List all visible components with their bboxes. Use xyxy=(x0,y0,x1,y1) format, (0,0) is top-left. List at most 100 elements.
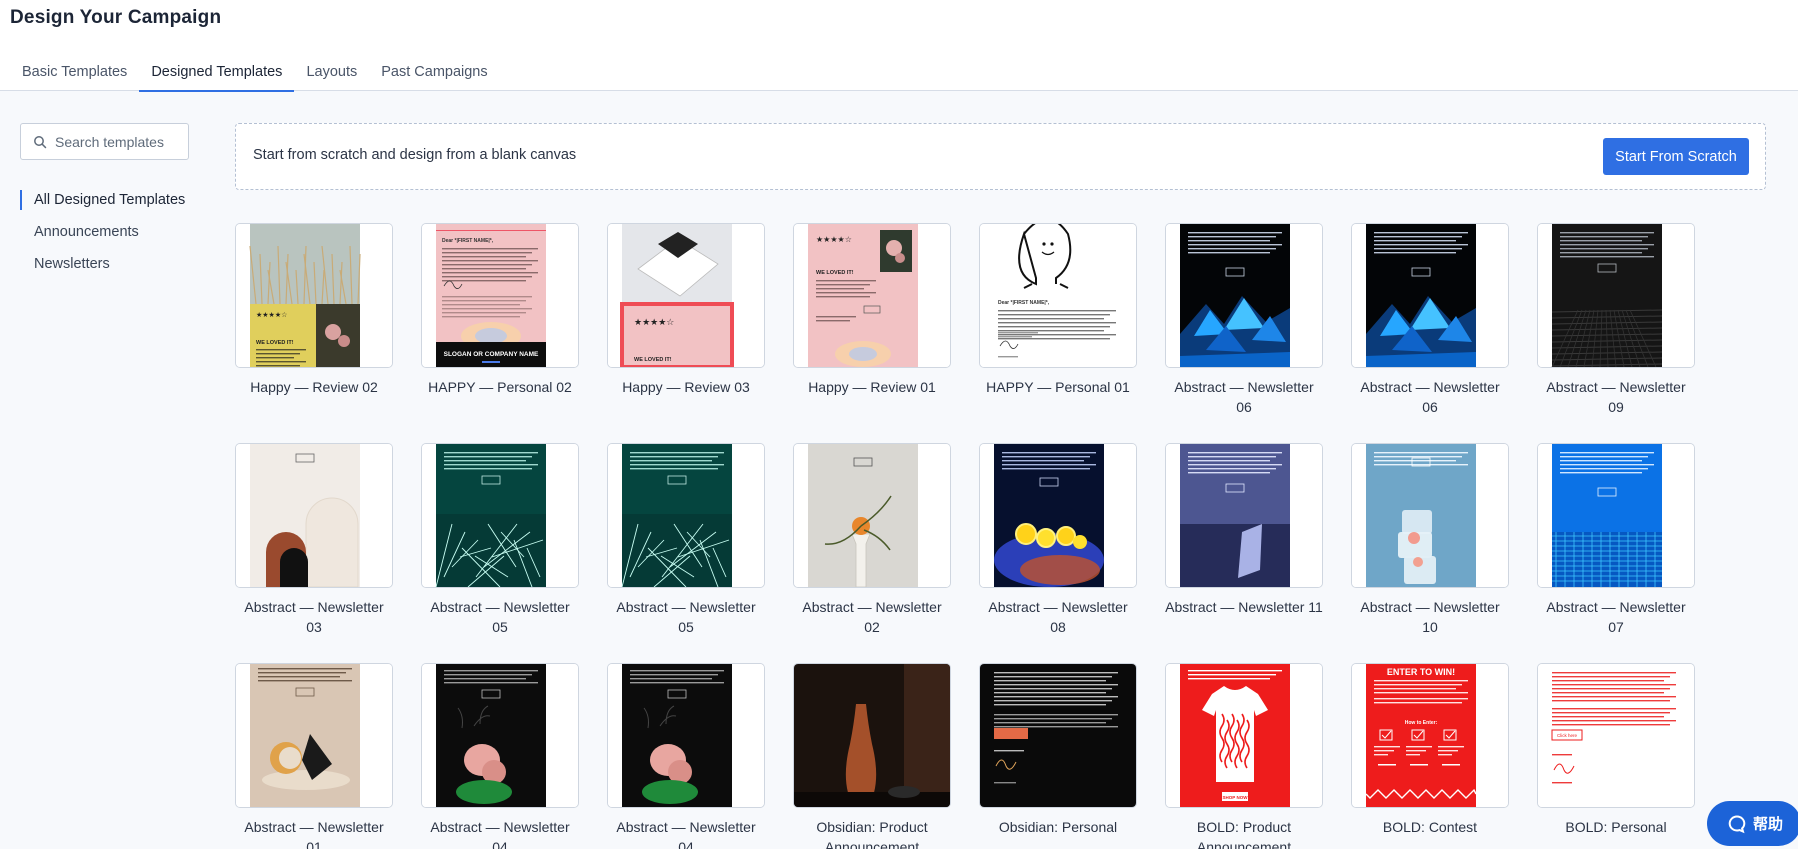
template-thumbnail[interactable] xyxy=(793,663,951,808)
sidebar: All Designed TemplatesAnnouncementsNewsl… xyxy=(0,91,210,849)
template-preview-image xyxy=(1352,224,1508,367)
template-thumbnail[interactable] xyxy=(1537,443,1695,588)
template-grid: ★★★★☆ WE LOVED IT! Happy — Review 02 Dea… xyxy=(235,223,1695,849)
template-preview-image xyxy=(236,664,392,807)
svg-text:SHOP NOW: SHOP NOW xyxy=(1223,795,1249,800)
template-preview-image: Dear *|FIRST NAME|*, xyxy=(980,224,1136,367)
template-preview-image: SHOP NOW xyxy=(1166,664,1322,807)
template-name: Happy — Review 03 xyxy=(622,379,750,395)
category-nav: All Designed Templates Announcements Newsl… xyxy=(20,190,185,286)
svg-text:★★★★☆: ★★★★☆ xyxy=(634,318,674,328)
template-thumbnail[interactable] xyxy=(1165,443,1323,588)
svg-text:Dear *|FIRST NAME|*,: Dear *|FIRST NAME|*, xyxy=(998,300,1050,306)
template-preview-image: Dear *|FIRST NAME|*, SLOGAN OR COMPANY N… xyxy=(422,224,578,367)
template-card[interactable]: Abstract — Newsletter 09 xyxy=(1537,223,1695,423)
template-thumbnail[interactable]: ★★★★☆ WE LOVED IT! xyxy=(235,223,393,368)
template-name: Abstract — Newsletter 01 xyxy=(244,819,384,849)
tab-basic-templates[interactable]: Basic Templates xyxy=(10,60,139,91)
template-name: Abstract — Newsletter 06 xyxy=(1174,379,1314,415)
svg-text:WE LOVED IT!: WE LOVED IT! xyxy=(256,340,294,346)
template-thumbnail[interactable] xyxy=(1351,443,1509,588)
template-thumbnail[interactable]: Dear *|FIRST NAME|*, SLOGAN OR COMPANY N… xyxy=(421,223,579,368)
template-card[interactable]: Abstract — Newsletter 04 xyxy=(607,663,765,849)
sidebar-item-newsletters[interactable]: Newsletters xyxy=(20,254,185,286)
sidebar-item-all-designed-templates[interactable]: All Designed Templates xyxy=(20,190,185,222)
template-preview-image xyxy=(794,664,950,807)
search-icon xyxy=(34,135,47,148)
template-thumbnail[interactable]: ★★★★☆ WE LOVED IT! xyxy=(793,223,951,368)
template-card[interactable]: Abstract — Newsletter 04 xyxy=(421,663,579,849)
template-thumbnail[interactable] xyxy=(235,443,393,588)
template-card[interactable]: Abstract — Newsletter 11 xyxy=(1165,443,1323,643)
template-card[interactable]: Abstract — Newsletter 07 xyxy=(1537,443,1695,643)
template-card[interactable]: Obsidian: Product Announcement xyxy=(793,663,951,849)
scratch-description: Start from scratch and design from a bla… xyxy=(253,147,577,163)
template-card[interactable]: Dear *|FIRST NAME|*, HAPPY — Personal 01 xyxy=(979,223,1137,423)
template-card[interactable]: Obsidian: Personal xyxy=(979,663,1137,849)
template-thumbnail[interactable] xyxy=(607,443,765,588)
search-box[interactable] xyxy=(20,123,189,160)
template-thumbnail[interactable] xyxy=(793,443,951,588)
template-name: Abstract — Newsletter 06 xyxy=(1360,379,1500,415)
template-card[interactable]: Abstract — Newsletter 03 xyxy=(235,443,393,643)
template-preview-image xyxy=(1352,444,1508,587)
template-card[interactable]: Abstract — Newsletter 05 xyxy=(607,443,765,643)
template-thumbnail[interactable] xyxy=(979,663,1137,808)
template-card[interactable]: Abstract — Newsletter 06 xyxy=(1165,223,1323,423)
template-card[interactable]: ★★★★☆ WE LOVED IT! Happy — Review 02 xyxy=(235,223,393,423)
tab-designed-templates[interactable]: Designed Templates xyxy=(139,60,295,92)
tab-layouts[interactable]: Layouts xyxy=(294,60,369,91)
search-input[interactable] xyxy=(55,133,183,150)
template-name: Abstract — Newsletter 05 xyxy=(616,599,756,635)
svg-text:ENTER TO WIN!: ENTER TO WIN! xyxy=(1387,667,1455,677)
template-name: Abstract — Newsletter 04 xyxy=(616,819,756,849)
sidebar-item-announcements[interactable]: Announcements xyxy=(20,222,185,254)
template-card[interactable]: Abstract — Newsletter 01 xyxy=(235,663,393,849)
start-from-scratch-panel: Start from scratch and design from a bla… xyxy=(235,123,1766,190)
template-thumbnail[interactable] xyxy=(979,443,1137,588)
template-thumbnail[interactable]: ENTER TO WIN! How to Enter: xyxy=(1351,663,1509,808)
template-preview-image xyxy=(1166,224,1322,367)
page-title: Design Your Campaign xyxy=(10,7,222,28)
start-from-scratch-button[interactable]: Start From Scratch xyxy=(1603,138,1749,175)
template-name: Abstract — Newsletter 11 xyxy=(1165,599,1323,615)
template-name: Obsidian: Personal xyxy=(998,819,1118,835)
template-name: BOLD: Personal xyxy=(1565,819,1667,835)
template-card[interactable]: SHOP NOW BOLD: Product Announcement xyxy=(1165,663,1323,849)
svg-text:WE LOVED IT!: WE LOVED IT! xyxy=(634,357,672,363)
template-name: Abstract — Newsletter 03 xyxy=(244,599,384,635)
template-preview-image xyxy=(980,444,1136,587)
template-thumbnail[interactable]: ★★★★☆ WE LOVED IT! xyxy=(607,223,765,368)
template-card[interactable]: ★★★★☆ WE LOVED IT! Happy — Review 01 xyxy=(793,223,951,423)
template-card[interactable]: Dear *|FIRST NAME|*, SLOGAN OR COMPANY N… xyxy=(421,223,579,423)
template-card[interactable]: Abstract — Newsletter 06 xyxy=(1351,223,1509,423)
template-card[interactable]: Click here BOLD: Personal xyxy=(1537,663,1695,849)
svg-text:How to Enter:: How to Enter: xyxy=(1405,720,1438,726)
template-thumbnail[interactable] xyxy=(607,663,765,808)
svg-text:Click here: Click here xyxy=(1557,733,1578,738)
template-thumbnail[interactable]: Dear *|FIRST NAME|*, xyxy=(979,223,1137,368)
template-thumbnail[interactable] xyxy=(235,663,393,808)
template-preview-image: ★★★★☆ WE LOVED IT! xyxy=(236,224,392,367)
template-card[interactable]: ENTER TO WIN! How to Enter: BOLD: Contes… xyxy=(1351,663,1509,849)
help-button[interactable]: 帮助 xyxy=(1707,801,1798,846)
template-name: Abstract — Newsletter 09 xyxy=(1546,379,1686,415)
template-preview-image: ENTER TO WIN! How to Enter: xyxy=(1352,664,1508,807)
template-card[interactable]: Abstract — Newsletter 10 xyxy=(1351,443,1509,643)
template-preview-image xyxy=(422,664,578,807)
template-thumbnail[interactable]: Click here xyxy=(1537,663,1695,808)
help-label: 帮助 xyxy=(1753,816,1784,833)
tab-past-campaigns[interactable]: Past Campaigns xyxy=(369,60,499,91)
template-card[interactable]: Abstract — Newsletter 02 xyxy=(793,443,951,643)
template-card[interactable]: Abstract — Newsletter 08 xyxy=(979,443,1137,643)
template-card[interactable]: ★★★★☆ WE LOVED IT! Happy — Review 03 xyxy=(607,223,765,423)
template-thumbnail[interactable] xyxy=(1537,223,1695,368)
template-thumbnail[interactable] xyxy=(421,663,579,808)
template-thumbnail[interactable]: SHOP NOW xyxy=(1165,663,1323,808)
template-name: Abstract — Newsletter 07 xyxy=(1546,599,1686,635)
template-card[interactable]: Abstract — Newsletter 05 xyxy=(421,443,579,643)
template-name: HAPPY — Personal 02 xyxy=(428,379,572,395)
template-thumbnail[interactable] xyxy=(421,443,579,588)
template-thumbnail[interactable] xyxy=(1351,223,1509,368)
template-thumbnail[interactable] xyxy=(1165,223,1323,368)
